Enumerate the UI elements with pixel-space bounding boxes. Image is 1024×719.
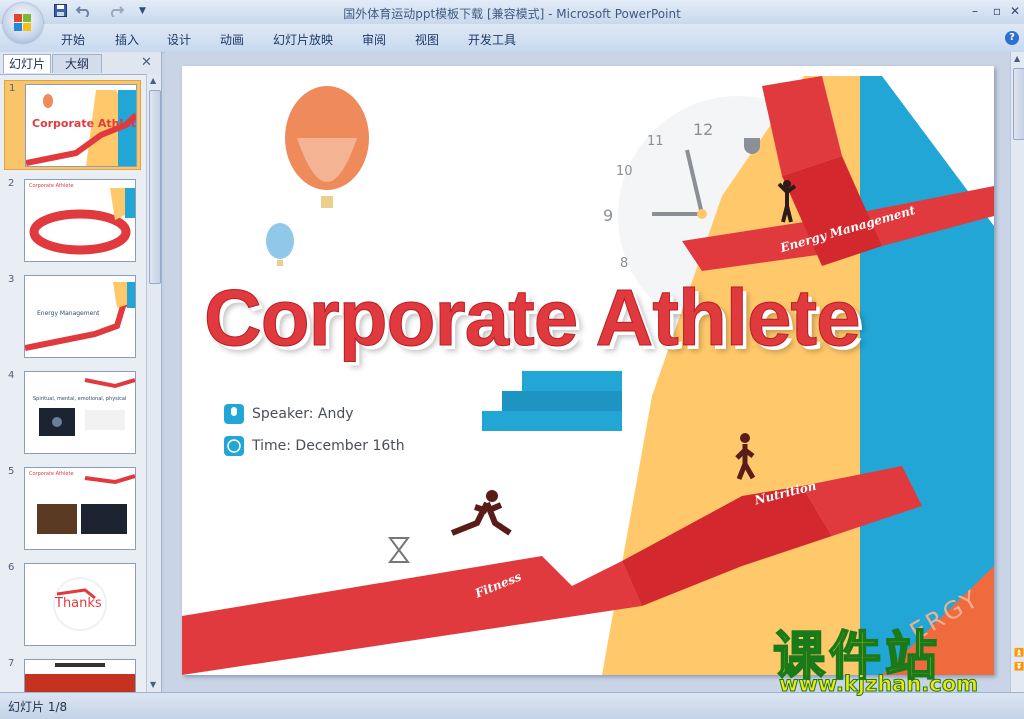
window-title: 国外体育运动ppt模板下载 [兼容模式] - Microsoft PowerPo… [343,7,681,21]
slide-number: 3 [8,274,15,285]
next-slide-icon[interactable]: ⏬ [1014,662,1024,671]
editor-scrollbar[interactable]: ▲ ⏫ ⏬ [1010,52,1024,692]
slide-preview: Corporate Athlete [24,179,136,262]
slide-preview: Corporate Athlete [25,84,137,167]
tab-animations[interactable]: 动画 [220,31,244,48]
slide-caption: Thanks [55,596,102,611]
clock-number-8: 8 [620,256,629,271]
help-icon[interactable]: ? [1005,31,1019,45]
clock-number-9: 9 [603,206,614,225]
scroll-down-icon[interactable]: ▼ [150,680,156,689]
tab-outline[interactable]: 大纲 [52,54,102,73]
slide-number: 7 [8,658,15,669]
scroll-thumb[interactable] [1013,68,1024,140]
tab-insert[interactable]: 插入 [115,31,139,48]
slide-caption: Energy Management [37,310,100,317]
slide-thumbnail-7[interactable]: 7 [4,656,139,693]
tab-slides[interactable]: 幻灯片 [3,54,51,73]
slide-editing-area: 12 11 10 9 8 Corporate Athlete Speaker: … [165,52,1010,692]
ribbon-tabs: 开始 插入 设计 动画 幻灯片放映 审阅 视图 开发工具 ? [0,24,1024,53]
slide-count-status: 幻灯片 1/8 [8,700,68,714]
close-icon[interactable]: ✕ [141,55,152,70]
scroll-thumb[interactable] [149,90,161,284]
slide-title[interactable]: Corporate Athlete [204,272,862,364]
watermark-logo: 课件站 www.kjzhan.com [772,620,1008,697]
clock-number-12: 12 [693,120,714,139]
office-logo-icon [14,14,32,32]
slide-thumbnail-3[interactable]: 3 Energy Management [4,272,139,360]
tab-slideshow[interactable]: 幻灯片放映 [273,31,333,48]
clock-number-11: 11 [647,134,664,149]
tab-home[interactable]: 开始 [61,31,85,48]
slide-thumbnail-2[interactable]: 2 Corporate Athlete [4,176,139,264]
slides-panel: 幻灯片 大纲 ✕ 1 Corporate Athlete 2 Corporate… [0,52,162,693]
slide-canvas[interactable]: 12 11 10 9 8 Corporate Athlete Speaker: … [182,66,994,675]
minimize-button[interactable]: – [964,2,986,20]
slide-number: 6 [8,562,15,573]
tab-review[interactable]: 审阅 [362,31,386,48]
slide-caption: Corporate Athlete [29,471,74,477]
scroll-up-icon[interactable]: ▲ [1014,54,1020,63]
slide-caption: Corporate Athlete [32,117,137,130]
status-bar: 幻灯片 1/8 [0,692,1024,719]
scroll-up-icon[interactable]: ▲ [150,76,156,85]
slide-preview: Thanks [24,563,136,646]
previous-slide-icon[interactable]: ⏫ [1014,648,1024,657]
slide-thumbnail-list: 1 Corporate Athlete 2 Corporate Athlete … [0,74,146,693]
slide-caption: Corporate Athlete [29,183,74,189]
clock-number-10: 10 [616,164,633,179]
slide-artwork [182,76,994,675]
slide-preview: Corporate Athlete [24,467,136,550]
slide-preview: Energy Management [24,275,136,358]
slide-thumbnail-6[interactable]: 6 Thanks [4,560,139,648]
slide-panel-scrollbar[interactable]: ▲ ▼ [146,74,161,692]
slide-preview [24,659,136,693]
slide-thumbnail-4[interactable]: 4 Spiritual, mental, emotional, physical [4,368,139,456]
slide-preview: Spiritual, mental, emotional, physical [24,371,136,454]
close-button[interactable]: ✕ [1004,2,1024,20]
slide-thumbnail-1[interactable]: 1 Corporate Athlete [4,80,141,170]
tab-design[interactable]: 设计 [167,31,191,48]
slide-number: 5 [8,466,15,477]
tab-view[interactable]: 视图 [415,31,439,48]
tab-developer[interactable]: 开发工具 [468,31,516,48]
office-button[interactable] [3,3,43,43]
slide-caption: Spiritual, mental, emotional, physical [33,396,127,402]
watermark-url: www.kjzhan.com [778,672,979,697]
slide-number: 4 [8,370,15,381]
speaker-text[interactable]: Speaker: Andy [252,406,354,422]
slide-thumbnail-5[interactable]: 5 Corporate Athlete [4,464,139,552]
slide-number: 1 [9,83,16,94]
time-text[interactable]: Time: December 16th [252,438,405,454]
title-bar: ▼ 国外体育运动ppt模板下载 [兼容模式] - Microsoft Power… [0,0,1024,24]
slide-number: 2 [8,178,15,189]
